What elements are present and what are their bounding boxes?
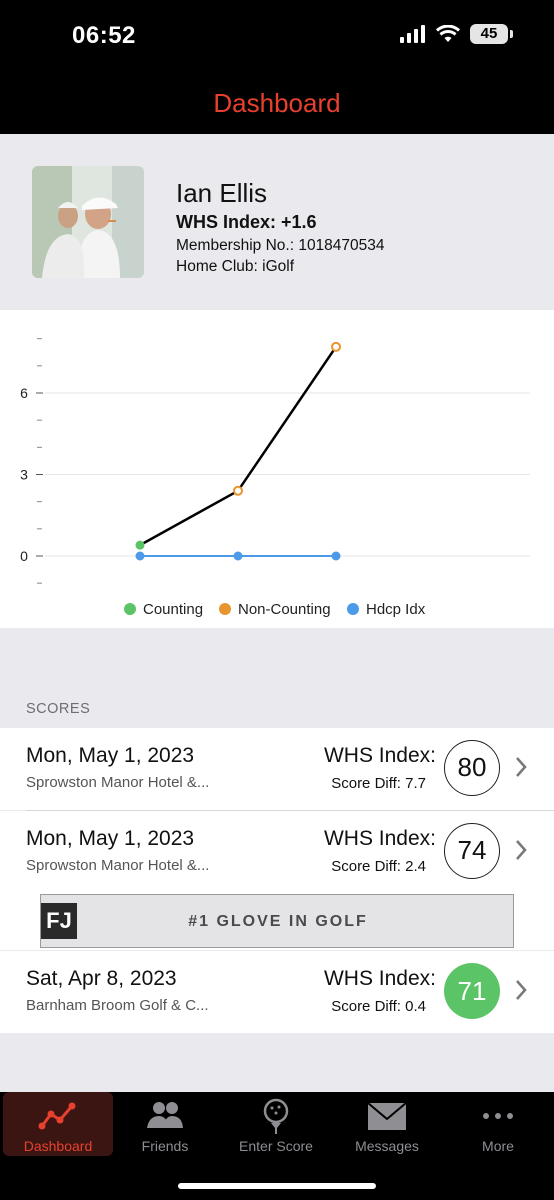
tab-label: More	[482, 1138, 514, 1154]
data-point-hdcp-idx	[331, 551, 341, 561]
score-whs-label: WHS Index:	[323, 827, 436, 850]
handicap-chart: 0 3 6 Counting Non-Counting Hdcp Idx	[0, 310, 554, 628]
data-point-non-counting	[233, 485, 243, 496]
envelope-icon	[367, 1102, 407, 1130]
score-value: 80	[444, 740, 500, 796]
membership-number: Membership No.: 1018470534	[176, 237, 385, 254]
tab-enter-score[interactable]: Enter Score	[221, 1092, 331, 1156]
data-point-counting	[135, 540, 145, 550]
score-diff: Score Diff: 2.4	[331, 858, 426, 875]
series-line-score-diff	[139, 346, 338, 547]
score-date: Sat, Apr 8, 2023	[26, 967, 177, 990]
status-bar: 06:52 45	[0, 0, 554, 80]
data-point-hdcp-idx	[135, 551, 145, 561]
nav-bar: Dashboard	[0, 80, 554, 134]
avatar[interactable]	[32, 166, 144, 278]
home-indicator	[178, 1183, 376, 1189]
score-date: Mon, May 1, 2023	[26, 827, 195, 850]
tab-bar: Dashboard Friends Enter Score Messages M…	[0, 1092, 554, 1200]
score-diff: Score Diff: 7.7	[331, 775, 426, 792]
clock: 06:52	[72, 22, 136, 49]
golf-ball-icon	[263, 1098, 289, 1134]
signal-icon	[400, 25, 425, 43]
y-tick-label: 3	[20, 467, 28, 483]
status-icons: 45	[400, 24, 513, 44]
score-whs-label: WHS Index:	[323, 967, 436, 990]
tab-more[interactable]: More	[443, 1092, 553, 1156]
legend-label: Non-Counting	[238, 601, 331, 618]
chart-line-icon	[38, 1102, 76, 1130]
chart-svg: 0 3 6 Counting Non-Counting Hdcp Idx	[20, 338, 530, 618]
advert-row: FJ #1 GLOVE IN GOLF	[0, 893, 554, 950]
chevron-right-icon	[516, 757, 527, 777]
scores-header: SCORES	[26, 701, 91, 717]
legend-label: Counting	[143, 601, 203, 618]
tab-label: Messages	[355, 1138, 419, 1154]
tab-label: Friends	[141, 1138, 189, 1154]
legend-marker	[347, 603, 359, 615]
tab-label: Enter Score	[239, 1138, 313, 1154]
tab-dashboard[interactable]: Dashboard	[3, 1092, 113, 1156]
score-value: 71	[444, 963, 500, 1019]
chevron-right-icon	[516, 980, 527, 1000]
wifi-icon	[436, 25, 460, 42]
data-point-hdcp-idx	[233, 551, 243, 561]
legend-label: Hdcp Idx	[366, 601, 426, 618]
score-course: Sprowston Manor Hotel &...	[26, 857, 210, 874]
player-name: Ian Ellis	[176, 178, 268, 208]
battery-icon: 45	[470, 24, 513, 44]
friends-icon	[147, 1102, 183, 1128]
score-row[interactable]: Mon, May 1, 2023 Sprowston Manor Hotel &…	[0, 811, 554, 893]
advert-banner[interactable]: FJ #1 GLOVE IN GOLF	[40, 894, 514, 948]
score-whs-label: WHS Index:	[323, 744, 436, 767]
profile-card: Ian Ellis WHS Index: +1.6 Membership No.…	[0, 134, 554, 310]
score-row[interactable]: Mon, May 1, 2023 Sprowston Manor Hotel &…	[0, 728, 554, 810]
score-diff: Score Diff: 0.4	[331, 998, 426, 1015]
score-row[interactable]: Sat, Apr 8, 2023 Barnham Broom Golf & C.…	[0, 951, 554, 1033]
data-point-non-counting	[331, 341, 341, 352]
score-course: Sprowston Manor Hotel &...	[26, 774, 210, 791]
whs-index: WHS Index: +1.6	[176, 212, 317, 232]
legend-marker	[219, 603, 231, 615]
advert-text: #1 GLOVE IN GOLF	[188, 913, 368, 930]
score-date: Mon, May 1, 2023	[26, 744, 195, 767]
score-value: 74	[444, 823, 500, 879]
legend-marker	[124, 603, 136, 615]
y-tick-label: 6	[20, 385, 28, 401]
chevron-right-icon	[516, 840, 527, 860]
page-title: Dashboard	[213, 88, 341, 118]
score-course: Barnham Broom Golf & C...	[26, 997, 209, 1014]
y-tick-label: 0	[20, 548, 28, 564]
home-club: Home Club: iGolf	[176, 258, 295, 275]
tab-messages[interactable]: Messages	[332, 1092, 442, 1156]
tab-label: Dashboard	[23, 1138, 93, 1154]
more-dots-icon	[483, 1113, 513, 1119]
tab-friends[interactable]: Friends	[110, 1092, 220, 1156]
